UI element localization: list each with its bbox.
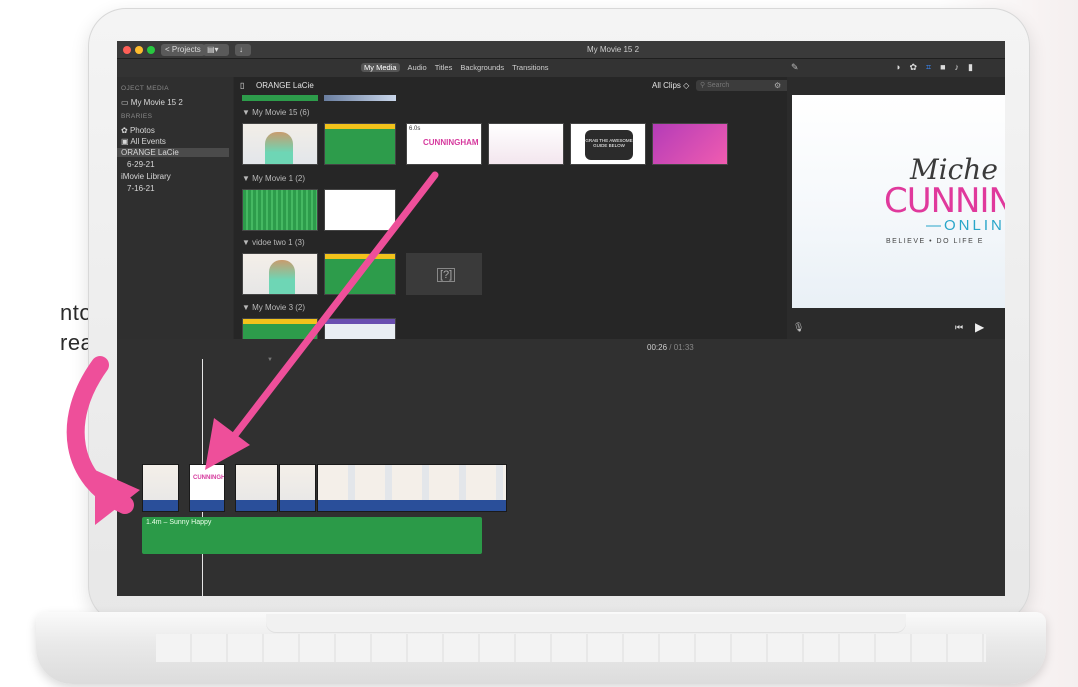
stage: nto rea. < Projects ▤▾ ↓ My Movie 15 2 M…: [0, 0, 1078, 687]
curved-arrow-head: [95, 470, 140, 525]
drag-arrow-line: [221, 171, 439, 452]
annotation-arrows: [66, 171, 439, 525]
